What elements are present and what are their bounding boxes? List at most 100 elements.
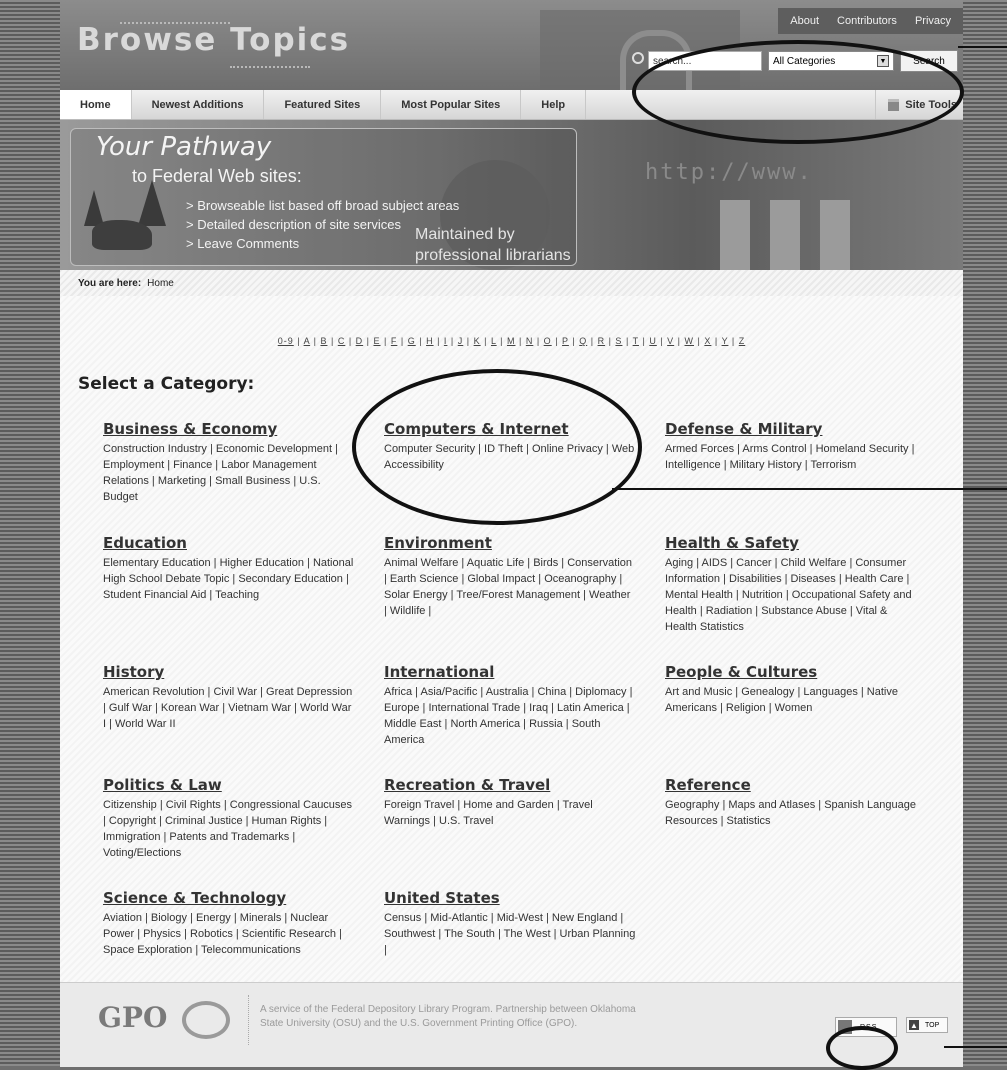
page-title: Select a Category:: [78, 374, 255, 394]
alphabet-letter[interactable]: J: [458, 336, 464, 346]
right-border: [963, 0, 1007, 1066]
rss-button[interactable]: RSS: [835, 1017, 897, 1037]
category-subtopics[interactable]: Aviation | Biology | Energy | Minerals |…: [103, 910, 355, 958]
category-reference: Reference Geography | Maps and Atlases |…: [665, 776, 917, 829]
left-border: [0, 0, 60, 1066]
category-subtopics[interactable]: Construction Industry | Economic Develop…: [103, 441, 355, 505]
category-defense-military: Defense & Military Armed Forces | Arms C…: [665, 420, 917, 473]
category-title[interactable]: People & Cultures: [665, 663, 917, 681]
category-subtopics[interactable]: Africa | Asia/Pacific | Australia | Chin…: [384, 684, 636, 748]
alphabet-letter[interactable]: G: [408, 336, 416, 346]
alphabet-letter[interactable]: B: [320, 336, 327, 346]
category-title[interactable]: Defense & Military: [665, 420, 917, 438]
tab-help[interactable]: Help: [521, 90, 587, 119]
category-subtopics[interactable]: Foreign Travel | Home and Garden | Trave…: [384, 797, 636, 829]
search-icon: [632, 52, 644, 64]
search-input[interactable]: search...: [648, 51, 762, 71]
logo-dots: [230, 66, 310, 70]
alphabet-letter[interactable]: N: [526, 336, 534, 346]
tab-featured-sites[interactable]: Featured Sites: [264, 90, 382, 119]
alphabet-letter[interactable]: Q: [579, 336, 587, 346]
contributors-link[interactable]: Contributors: [837, 15, 897, 27]
category-subtopics[interactable]: Citizenship | Civil Rights | Congression…: [103, 797, 355, 861]
alphabet-letter[interactable]: 0-9: [278, 336, 294, 346]
category-subtopics[interactable]: American Revolution | Civil War | Great …: [103, 684, 355, 732]
alphabet-index: 0-9 | A | B | C | D | E | F | G | H | I …: [277, 336, 746, 346]
category-subtopics[interactable]: Art and Music | Genealogy | Languages | …: [665, 684, 917, 716]
nav-filler: [586, 90, 876, 119]
category-subtopics[interactable]: Geography | Maps and Atlases | Spanish L…: [665, 797, 917, 829]
alphabet-letter[interactable]: R: [598, 336, 606, 346]
category-subtopics[interactable]: Aging | AIDS | Cancer | Child Welfare | …: [665, 555, 917, 635]
category-title[interactable]: Environment: [384, 534, 636, 552]
category-select[interactable]: All Categories ▼: [768, 51, 894, 71]
column-decoration: [720, 200, 750, 270]
osu-logo[interactable]: [182, 1001, 230, 1039]
top-label: TOP: [925, 1021, 940, 1029]
alphabet-letter[interactable]: E: [374, 336, 381, 346]
about-link[interactable]: About: [790, 15, 819, 27]
category-subtopics[interactable]: Census | Mid-Atlantic | Mid-West | New E…: [384, 910, 636, 958]
alphabet-letter[interactable]: Y: [722, 336, 729, 346]
alphabet-letter[interactable]: I: [444, 336, 448, 346]
footer-text: A service of the Federal Depository Libr…: [260, 1004, 636, 1029]
alphabet-letter[interactable]: Z: [739, 336, 746, 346]
category-international: International Africa | Asia/Pacific | Au…: [384, 663, 636, 748]
alphabet-letter[interactable]: O: [544, 336, 552, 346]
alphabet-letter[interactable]: H: [426, 336, 434, 346]
category-title[interactable]: Recreation & Travel: [384, 776, 636, 794]
site-tools-label: Site Tools: [905, 98, 957, 111]
category-title[interactable]: Health & Safety: [665, 534, 917, 552]
alphabet-letter[interactable]: K: [474, 336, 481, 346]
category-subtopics[interactable]: Armed Forces | Arms Control | Homeland S…: [665, 441, 917, 473]
alphabet-letter[interactable]: S: [615, 336, 622, 346]
category-title[interactable]: Education: [103, 534, 355, 552]
category-subtopics[interactable]: Elementary Education | Higher Education …: [103, 555, 355, 603]
gpo-logo[interactable]: GPO: [98, 1001, 167, 1034]
tab-most-popular-sites[interactable]: Most Popular Sites: [381, 90, 522, 119]
category-subtopics[interactable]: Animal Welfare | Aquatic Life | Birds | …: [384, 555, 636, 619]
tab-home[interactable]: Home: [60, 90, 132, 119]
category-education: Education Elementary Education | Higher …: [103, 534, 355, 603]
category-title[interactable]: Business & Economy: [103, 420, 355, 438]
site-logo[interactable]: Browse Topics: [77, 22, 350, 58]
back-to-top-button[interactable]: ▲ TOP: [906, 1017, 948, 1033]
alphabet-letter[interactable]: W: [685, 336, 695, 346]
tab-newest-additions[interactable]: Newest Additions: [131, 90, 265, 119]
category-politics-law: Politics & Law Citizenship | Civil Right…: [103, 776, 355, 861]
alphabet-letter[interactable]: U: [649, 336, 657, 346]
alphabet-letter[interactable]: P: [562, 336, 569, 346]
chevron-down-icon[interactable]: ▼: [877, 55, 889, 67]
tree-decoration: [84, 190, 104, 226]
category-recreation-travel: Recreation & Travel Foreign Travel | Hom…: [384, 776, 636, 829]
rss-icon: [838, 1020, 852, 1034]
alphabet-letter[interactable]: C: [338, 336, 346, 346]
category-title[interactable]: Politics & Law: [103, 776, 355, 794]
category-title[interactable]: History: [103, 663, 355, 681]
alphabet-letter[interactable]: V: [667, 336, 674, 346]
privacy-link[interactable]: Privacy: [915, 15, 951, 27]
category-title[interactable]: United States: [384, 889, 636, 907]
annotation-pointer: [944, 1046, 1007, 1048]
alphabet-letter[interactable]: D: [356, 336, 364, 346]
category-title[interactable]: Computers & Internet: [384, 420, 636, 438]
alphabet-letter[interactable]: A: [304, 336, 311, 346]
category-title[interactable]: Reference: [665, 776, 917, 794]
category-subtopics[interactable]: Computer Security | ID Theft | Online Pr…: [384, 441, 636, 473]
alphabet-letter[interactable]: T: [633, 336, 639, 346]
category-environment: Environment Animal Welfare | Aquatic Lif…: [384, 534, 636, 619]
arrow-up-icon: ▲: [909, 1020, 919, 1030]
site-tools-button[interactable]: Site Tools: [875, 90, 963, 119]
category-title[interactable]: Science & Technology: [103, 889, 355, 907]
top-links: About Contributors Privacy: [778, 8, 963, 34]
column-decoration: [820, 200, 850, 270]
search-button[interactable]: Search: [900, 50, 958, 72]
http-text: http://www.: [645, 160, 813, 185]
category-title[interactable]: International: [384, 663, 636, 681]
category-computers-internet: Computers & Internet Computer Security |…: [384, 420, 636, 473]
alphabet-letter[interactable]: X: [704, 336, 711, 346]
alphabet-letter[interactable]: M: [507, 336, 516, 346]
breadcrumb-label: You are here:: [78, 277, 142, 289]
alphabet-letter[interactable]: L: [491, 336, 497, 346]
alphabet-letter[interactable]: F: [391, 336, 398, 346]
